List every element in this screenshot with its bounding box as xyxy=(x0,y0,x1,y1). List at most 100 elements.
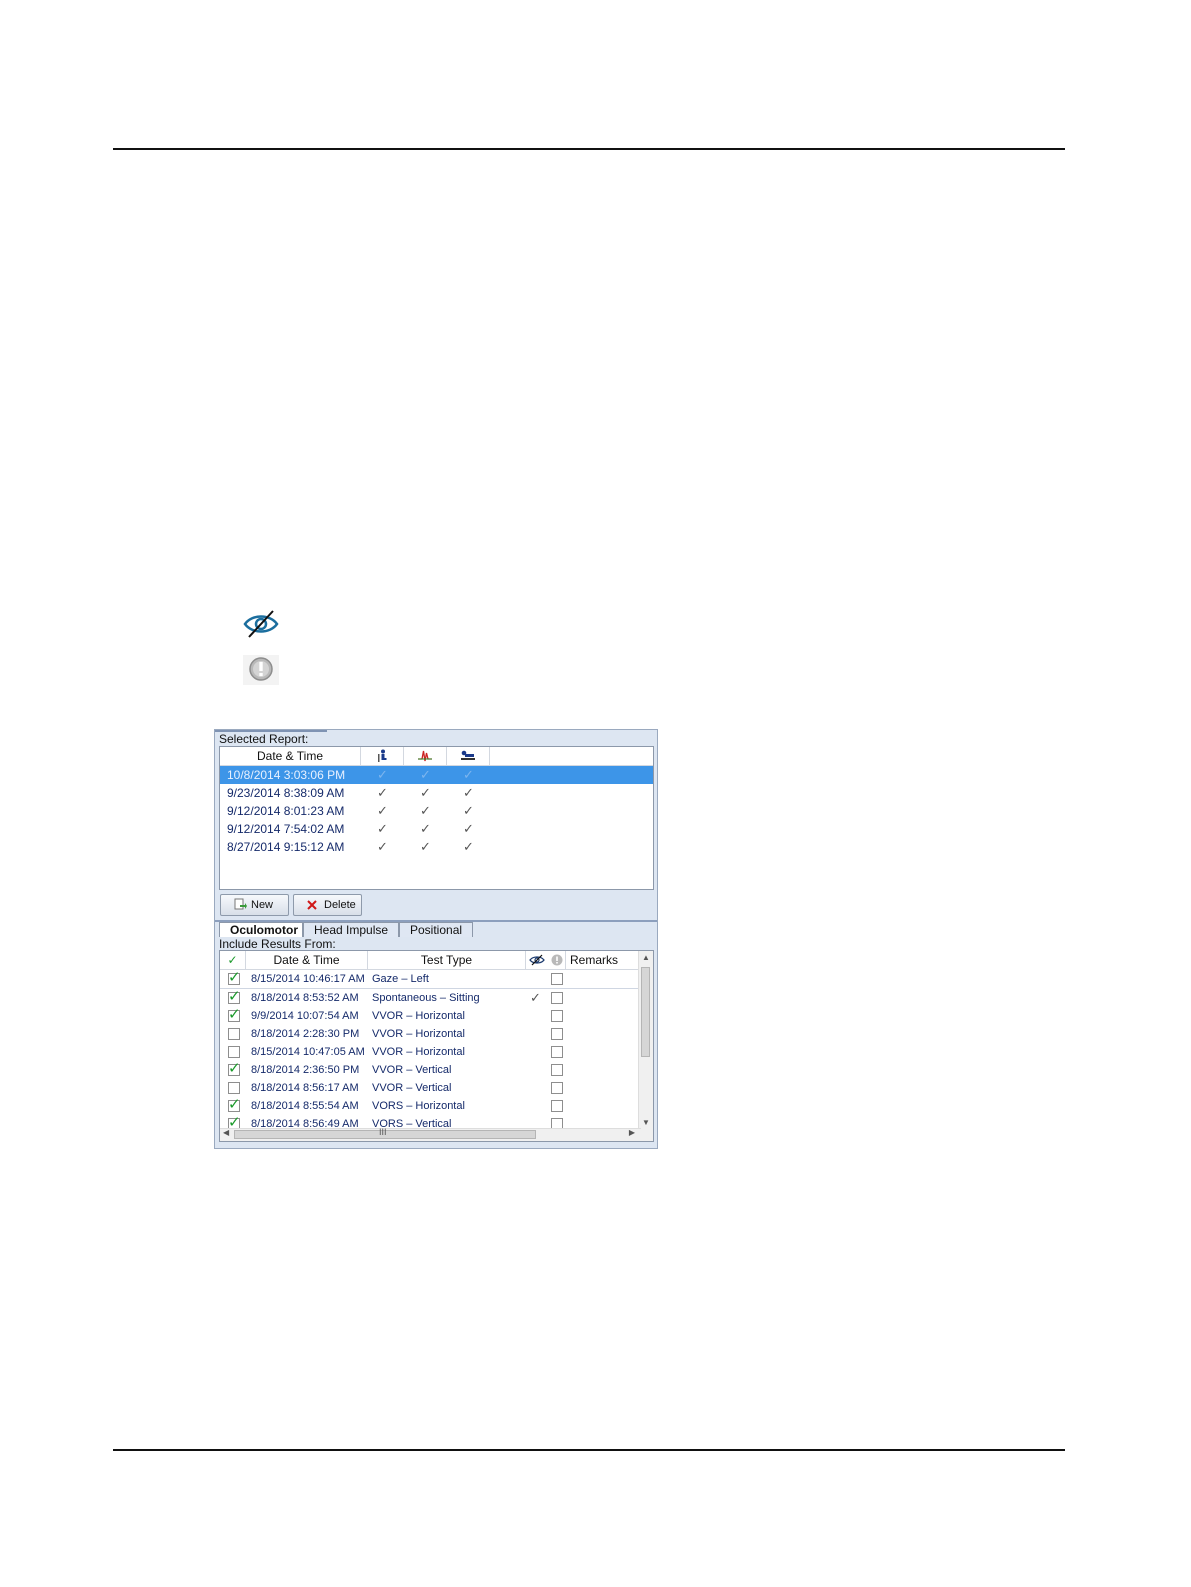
result-row[interactable]: ✓ 8/18/2014 2:36:50 PM VVOR – Vertical xyxy=(220,1060,653,1079)
include-checkbox[interactable]: ✓ xyxy=(228,969,241,986)
col-date-time[interactable]: Date & Time xyxy=(220,747,361,765)
scroll-grip: III xyxy=(379,1127,387,1137)
flag-checkbox[interactable] xyxy=(551,1028,563,1040)
scroll-up-arrow-icon[interactable]: ▲ xyxy=(639,953,653,962)
col-hidden[interactable] xyxy=(526,951,548,969)
report-list[interactable]: Date & Time 10/8/2014 3:03:06 PM ✓ ✓ ✓ 9… xyxy=(219,746,654,890)
selected-report-label: Selected Report: xyxy=(219,732,309,746)
flag-checkbox[interactable] xyxy=(551,1082,563,1094)
flag-checkbox[interactable] xyxy=(551,1100,563,1112)
result-row[interactable]: ✓ 8/18/2014 8:55:54 AM VORS – Horizontal xyxy=(220,1096,653,1115)
eye-slash-icon xyxy=(529,954,545,966)
report-check-mark: ✓ xyxy=(377,821,388,836)
vertical-scroll-thumb[interactable] xyxy=(641,967,650,1057)
report-row[interactable]: 9/12/2014 8:01:23 AM ✓ ✓ ✓ xyxy=(220,802,653,820)
flag-checkbox[interactable] xyxy=(551,973,563,985)
include-results-label: Include Results From: xyxy=(219,937,336,951)
report-row[interactable]: 9/23/2014 8:38:09 AM ✓ ✓ ✓ xyxy=(220,784,653,802)
exclamation-icon xyxy=(243,655,279,685)
footer-rule xyxy=(113,1449,1065,1451)
report-check-mark: ✓ xyxy=(420,821,431,836)
report-check-mark: ✓ xyxy=(420,767,431,782)
include-checkbox[interactable]: ✓ xyxy=(228,1096,241,1113)
check-mark-icon: ✓ xyxy=(228,1096,241,1113)
flag-checkbox[interactable] xyxy=(551,1010,563,1022)
include-checkbox[interactable] xyxy=(228,1082,240,1094)
delete-report-button[interactable]: Delete xyxy=(293,894,362,916)
result-row[interactable]: 8/18/2014 2:28:30 PM VVOR – Horizontal xyxy=(220,1025,653,1043)
result-test-type: Gaze – Left xyxy=(372,973,429,985)
new-button-label: New xyxy=(251,899,274,911)
report-date: 8/27/2014 9:15:12 AM xyxy=(227,840,345,854)
results-header: ✓ Date & Time Test Type Remarks xyxy=(220,951,653,970)
report-date: 10/8/2014 3:03:06 PM xyxy=(227,768,346,782)
col-remarks[interactable]: Remarks xyxy=(566,951,641,969)
flag-checkbox[interactable] xyxy=(551,992,563,1004)
result-test-type: VVOR – Vertical xyxy=(372,1082,452,1094)
hidden-mark: ✓ xyxy=(530,990,541,1005)
col-waveform[interactable] xyxy=(404,747,447,765)
report-check-mark: ✓ xyxy=(377,839,388,854)
report-date: 9/12/2014 7:54:02 AM xyxy=(227,822,345,836)
flag-checkbox[interactable] xyxy=(551,1046,563,1058)
result-date: 8/15/2014 10:46:17 AM xyxy=(251,973,365,985)
tab-positional[interactable]: Positional xyxy=(399,922,473,937)
include-checkbox[interactable] xyxy=(228,1028,240,1040)
result-date: 8/18/2014 8:56:17 AM xyxy=(251,1082,359,1094)
report-check-mark: ✓ xyxy=(463,803,474,818)
result-test-type: VVOR – Horizontal xyxy=(372,1010,465,1022)
report-row[interactable]: 8/27/2014 9:15:12 AM ✓ ✓ ✓ xyxy=(220,838,653,856)
include-checkbox[interactable] xyxy=(228,1046,240,1058)
result-row[interactable]: ✓ 9/9/2014 10:07:54 AM VVOR – Horizontal xyxy=(220,1006,653,1025)
tab-oculomotor[interactable]: Oculomotor xyxy=(219,922,303,937)
result-date: 8/18/2014 2:36:50 PM xyxy=(251,1064,360,1076)
col-flag[interactable] xyxy=(548,951,566,969)
include-checkbox[interactable]: ✓ xyxy=(228,988,241,1005)
include-checkbox[interactable]: ✓ xyxy=(228,1006,241,1023)
include-checkbox[interactable]: ✓ xyxy=(228,1060,241,1077)
horizontal-scroll-thumb[interactable]: III xyxy=(234,1127,536,1139)
result-row[interactable]: 8/18/2014 8:56:17 AM VVOR – Vertical xyxy=(220,1079,653,1097)
new-document-icon xyxy=(234,898,247,910)
result-date: 8/15/2014 10:47:05 AM xyxy=(251,1046,365,1058)
results-list[interactable]: ✓ Date & Time Test Type Remarks ✓ 8/15/20… xyxy=(219,950,654,1142)
col-test-type[interactable]: Test Type xyxy=(368,951,526,969)
col-sitting[interactable] xyxy=(361,747,404,765)
report-check-mark: ✓ xyxy=(463,785,474,800)
result-date: 9/9/2014 10:07:54 AM xyxy=(251,1010,359,1022)
horizontal-scrollbar[interactable]: ◀ III ▶ xyxy=(220,1127,641,1141)
check-mark-icon: ✓ xyxy=(228,969,241,986)
report-list-header: Date & Time xyxy=(220,747,653,766)
result-test-type: VVOR – Horizontal xyxy=(372,1046,465,1058)
report-check-mark: ✓ xyxy=(377,803,388,818)
result-test-type: VVOR – Horizontal xyxy=(372,1028,465,1040)
col-result-date[interactable]: Date & Time xyxy=(246,951,368,969)
col-supine[interactable] xyxy=(447,747,490,765)
report-row[interactable]: 10/8/2014 3:03:06 PM ✓ ✓ ✓ xyxy=(220,766,653,784)
check-mark-icon: ✓ xyxy=(228,988,241,1005)
report-check-mark: ✓ xyxy=(463,839,474,854)
vertical-scrollbar[interactable]: ▲ ▼ xyxy=(638,951,653,1141)
col-include-check[interactable]: ✓ xyxy=(220,951,246,969)
report-check-mark: ✓ xyxy=(377,767,388,782)
tab-head-impulse[interactable]: Head Impulse xyxy=(303,922,399,937)
sitting-person-icon xyxy=(378,749,387,762)
result-test-type: VVOR – Vertical xyxy=(372,1064,452,1076)
report-panel: Selected Report: Date & Time 10/8/2014 3… xyxy=(214,729,658,1149)
result-date: 8/18/2014 2:28:30 PM xyxy=(251,1028,360,1040)
result-date: 8/18/2014 8:55:54 AM xyxy=(251,1100,359,1112)
result-row[interactable]: ✓ 8/18/2014 8:53:52 AM Spontaneous – Sitti… xyxy=(220,988,653,1007)
new-report-button[interactable]: New xyxy=(220,894,289,916)
flag-checkbox[interactable] xyxy=(551,1064,563,1076)
result-row[interactable]: ✓ 8/15/2014 10:46:17 AM Gaze – Left xyxy=(220,969,653,989)
delete-button-label: Delete xyxy=(324,899,356,911)
report-check-mark: ✓ xyxy=(463,821,474,836)
report-check-mark: ✓ xyxy=(463,767,474,782)
scroll-left-arrow-icon[interactable]: ◀ xyxy=(223,1128,229,1137)
report-row[interactable]: 9/12/2014 7:54:02 AM ✓ ✓ ✓ xyxy=(220,820,653,838)
scroll-right-arrow-icon[interactable]: ▶ xyxy=(629,1128,635,1137)
scroll-down-arrow-icon[interactable]: ▼ xyxy=(639,1118,653,1127)
report-date: 9/12/2014 8:01:23 AM xyxy=(227,804,345,818)
result-row[interactable]: 8/15/2014 10:47:05 AM VVOR – Horizontal xyxy=(220,1043,653,1061)
result-test-type: VORS – Horizontal xyxy=(372,1100,465,1112)
